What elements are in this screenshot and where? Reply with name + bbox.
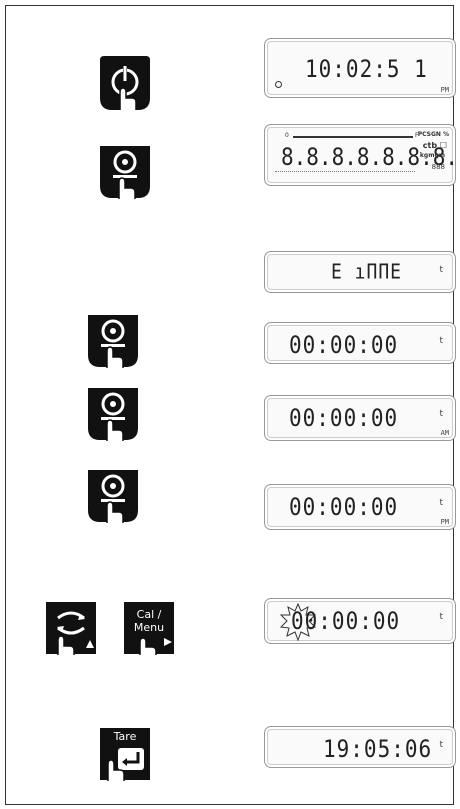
unit-indicator: t (439, 612, 443, 622)
clock-digits: 10:02:5 1 (305, 55, 428, 83)
mode-up-button[interactable] (42, 598, 100, 656)
bar-start-label: 0 (285, 132, 289, 139)
print-button[interactable] (84, 384, 142, 442)
time-label-display: E ıΠΠΕ t (264, 251, 456, 293)
ampm-indicator: PM (440, 86, 449, 94)
unit-indicator: t (439, 336, 443, 346)
ampm-indicator: PM (440, 518, 449, 526)
indicator-dot (275, 81, 282, 88)
unit-row-top: PCSGN % (417, 131, 449, 138)
unit-row-low: kgmgm (419, 152, 445, 159)
time-label-text: E ıΠΠΕ (331, 260, 403, 285)
print-button[interactable] (96, 142, 154, 200)
print-button[interactable] (84, 311, 142, 369)
time-digits: 19:05:06 (323, 735, 433, 763)
print-icon (100, 146, 150, 199)
time-am-display: 00:00:00 t AM (264, 395, 456, 441)
print-icon (88, 388, 138, 441)
time-edit-display: 00:00:00 t (264, 598, 456, 644)
print-icon (88, 315, 138, 368)
final-time-display: 19:05:06 t (264, 726, 456, 768)
power-icon (100, 56, 150, 110)
segment-test-display: 0 F 8.8.8.8.8.8.8.8. PCSGN % ctb ☐ kgmgm… (264, 124, 456, 186)
unit-indicator: t (439, 265, 443, 275)
time-digits: 00:00:00 (289, 493, 399, 521)
time-pm-display: 00:00:00 t PM (264, 484, 456, 530)
annunciator-row (275, 171, 415, 177)
cal-menu-button[interactable]: Cal / Menu (120, 598, 178, 656)
menu-label: Menu (133, 621, 165, 634)
time-digits: 00:00:00 (291, 607, 401, 635)
unit-indicator: t (439, 740, 443, 750)
unit-indicator: t (439, 498, 443, 508)
time-digits: 00:00:00 (289, 331, 399, 359)
unit-indicator: t (439, 409, 443, 419)
time-zero-display: 00:00:00 t (264, 322, 456, 364)
clock-display: 10:02:5 1 PM (264, 38, 456, 98)
instruction-page: 10:02:5 1 PM 0 F 8.8.8.8.8.8.8.8. PCSGN … (5, 5, 456, 805)
print-icon (88, 470, 138, 523)
power-button[interactable] (96, 54, 154, 112)
time-digits: 00:00:00 (289, 404, 399, 432)
unit-row-mid: ctb ☐ (422, 141, 447, 150)
ampm-indicator: AM (440, 429, 449, 437)
cal-label: Cal / (136, 608, 162, 621)
print-button[interactable] (84, 466, 142, 524)
capacity-bar (293, 136, 413, 138)
tare-button[interactable]: Tare (96, 724, 154, 782)
icon-row: 888 (431, 163, 445, 171)
mode-icon (46, 602, 96, 655)
tare-label: Tare (113, 730, 137, 743)
